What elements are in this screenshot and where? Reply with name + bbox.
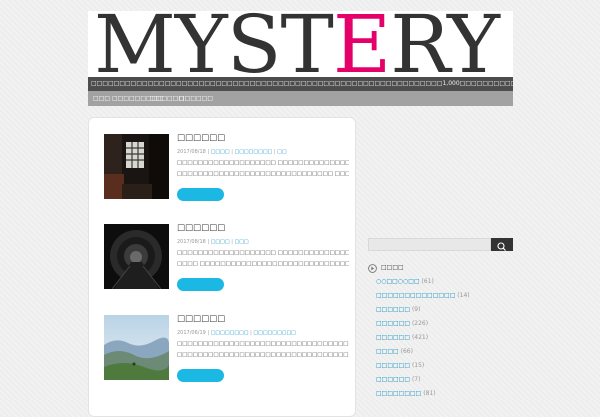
- site-logo[interactable]: MYSTERY: [94, 11, 500, 77]
- category-count: (15): [411, 362, 425, 369]
- category-count: (14): [457, 292, 470, 299]
- widget-title-label: □□□□: [381, 264, 404, 271]
- post-meta: 2017/08/18 | □□□□ | □□□□□□□□ | □□: [177, 149, 287, 155]
- category-count: (81): [423, 390, 436, 397]
- logo-text-accent: E: [332, 11, 391, 77]
- post-category-link[interactable]: □□□□□□□□□: [253, 330, 296, 336]
- category-link[interactable]: ○○□□○○□□: [376, 278, 420, 285]
- main-nav: □□□ □□□□□□□□□ □□□□□□ □□□□□□: [88, 91, 513, 106]
- post-category-link[interactable]: □□□□□□□□: [234, 149, 272, 155]
- category-count: (421): [411, 334, 429, 341]
- category-link[interactable]: □□□□: [376, 348, 399, 355]
- logo-text-prefix: MYST: [94, 11, 334, 77]
- nav-item-4[interactable]: □□□□□□: [179, 91, 213, 106]
- post-category-link[interactable]: □□□: [234, 239, 248, 245]
- category-count: (61): [421, 278, 434, 285]
- category-count: (7): [411, 376, 421, 383]
- post-category-link[interactable]: □□□□: [211, 239, 230, 245]
- nav-item-home[interactable]: □□□: [93, 91, 110, 106]
- post-item: □□□□□□ 2017/06/19 | □□□□□□□□ | □□□□□□□□□…: [89, 299, 357, 383]
- read-more-button[interactable]: [177, 369, 224, 382]
- post-excerpt-line: □□□□ □□□□□□□□□□□□□□□□□□□□□□□□□□□□□□□□□□□…: [177, 261, 349, 267]
- category-item: □□□□ (66): [376, 348, 413, 355]
- search-icon: [497, 242, 506, 251]
- post-title[interactable]: □□□□□□: [177, 314, 225, 324]
- post-excerpt: □□□□□□□□□□□□□□□□□□□ □□□□□□□□□□□□□□□□□□□□…: [177, 248, 349, 270]
- post-thumbnail[interactable]: [104, 224, 169, 289]
- search-input[interactable]: [368, 238, 491, 251]
- category-item: ○○□□○○□□ (61): [376, 278, 434, 285]
- post-excerpt-line: □□□□□□□□□□□□□□□□□□□ □□□□□□□□□□□□□□□□□□□□…: [177, 250, 349, 256]
- post-excerpt-line: □□□□□□□□□□□□□□□□□□□□□□□□□□□□□□□□□□□□□□□□…: [177, 352, 349, 358]
- read-more-button[interactable]: [177, 188, 224, 201]
- category-item: □□□□□□ (9): [376, 306, 420, 313]
- post-excerpt-line: □□□□□□□□□□□□□□□□□□□ □□□□□□□□□□□□□□□□□□□□…: [177, 160, 349, 166]
- category-link[interactable]: □□□□□□: [376, 320, 410, 327]
- category-item: □□□□□□ (226): [376, 320, 428, 327]
- category-link[interactable]: □□□□□□: [376, 362, 410, 369]
- post-title[interactable]: □□□□□□: [177, 223, 225, 233]
- post-excerpt-line: □□□□□□□□□□□□□□□□□□□□□□□□□□□□□□□□□□□□□□□□…: [177, 341, 349, 347]
- post-item: □□□□□□ 2017/08/18 | □□□□ | □□□□□□□□ | □□…: [89, 118, 357, 202]
- category-item: □□□□□□ (15): [376, 362, 424, 369]
- post-date: 2017/08/18: [177, 239, 206, 245]
- post-item: □□□□□□ 2017/08/18 | □□□□ | □□□ □□□□□□□□□…: [89, 208, 357, 292]
- category-item: □□□□□□□□□□□□□□ (14): [376, 292, 470, 299]
- circle-arrow-icon: [368, 264, 377, 273]
- post-category-link[interactable]: □□: [277, 149, 286, 155]
- category-link[interactable]: □□□□□□: [376, 376, 410, 383]
- search-button[interactable]: [491, 238, 513, 251]
- post-category-link[interactable]: □□□□□□□□: [211, 330, 249, 336]
- post-excerpt: □□□□□□□□□□□□□□□□□□□□□□□□□□□□□□□□□ □□□□□□□…: [177, 339, 349, 361]
- category-link[interactable]: □□□□□□: [376, 334, 410, 341]
- post-category-link[interactable]: □□□□: [211, 149, 230, 155]
- post-excerpt: □□□□□□□□□□□□□□□□□□□ □□□□□□□□□□□□□□□□□□□□…: [177, 158, 349, 180]
- post-date: 2017/08/18: [177, 149, 206, 155]
- sidebar-search: [368, 238, 513, 251]
- site-header: MYSTERY: [88, 11, 513, 77]
- category-link[interactable]: □□□□□□□□□□□□□□: [376, 292, 455, 299]
- category-count: (9): [411, 306, 421, 313]
- post-date: 2017/06/19: [177, 330, 206, 336]
- category-count: (226): [411, 320, 429, 327]
- logo-text-suffix: RY: [390, 11, 500, 77]
- category-count: (66): [400, 348, 413, 355]
- category-item: □□□□□□ (421): [376, 334, 428, 341]
- post-excerpt-line: □□□□□□□□□□□□□□□□□□□□□□□□□□□□□□ □□□□□□...: [177, 171, 349, 177]
- category-link[interactable]: □□□□□□□□: [376, 390, 421, 397]
- post-list: □□□□□□ 2017/08/18 | □□□□ | □□□□□□□□ | □□…: [88, 117, 356, 417]
- read-more-button[interactable]: [177, 278, 224, 291]
- post-meta: 2017/06/19 | □□□□□□□□ | □□□□□□□□□: [177, 330, 296, 336]
- post-thumbnail[interactable]: [104, 315, 169, 380]
- site-tagline: □□□□□□□□□□□□□□□□□□□□□□□□□□□□□□□□□□□□□□□□…: [88, 77, 513, 91]
- category-item: □□□□□□□□ (81): [376, 390, 436, 397]
- post-thumbnail[interactable]: [104, 134, 169, 199]
- category-item: □□□□□□ (7): [376, 376, 420, 383]
- category-link[interactable]: □□□□□□: [376, 306, 410, 313]
- post-title[interactable]: □□□□□□: [177, 133, 225, 143]
- post-meta: 2017/08/18 | □□□□ | □□□: [177, 239, 249, 245]
